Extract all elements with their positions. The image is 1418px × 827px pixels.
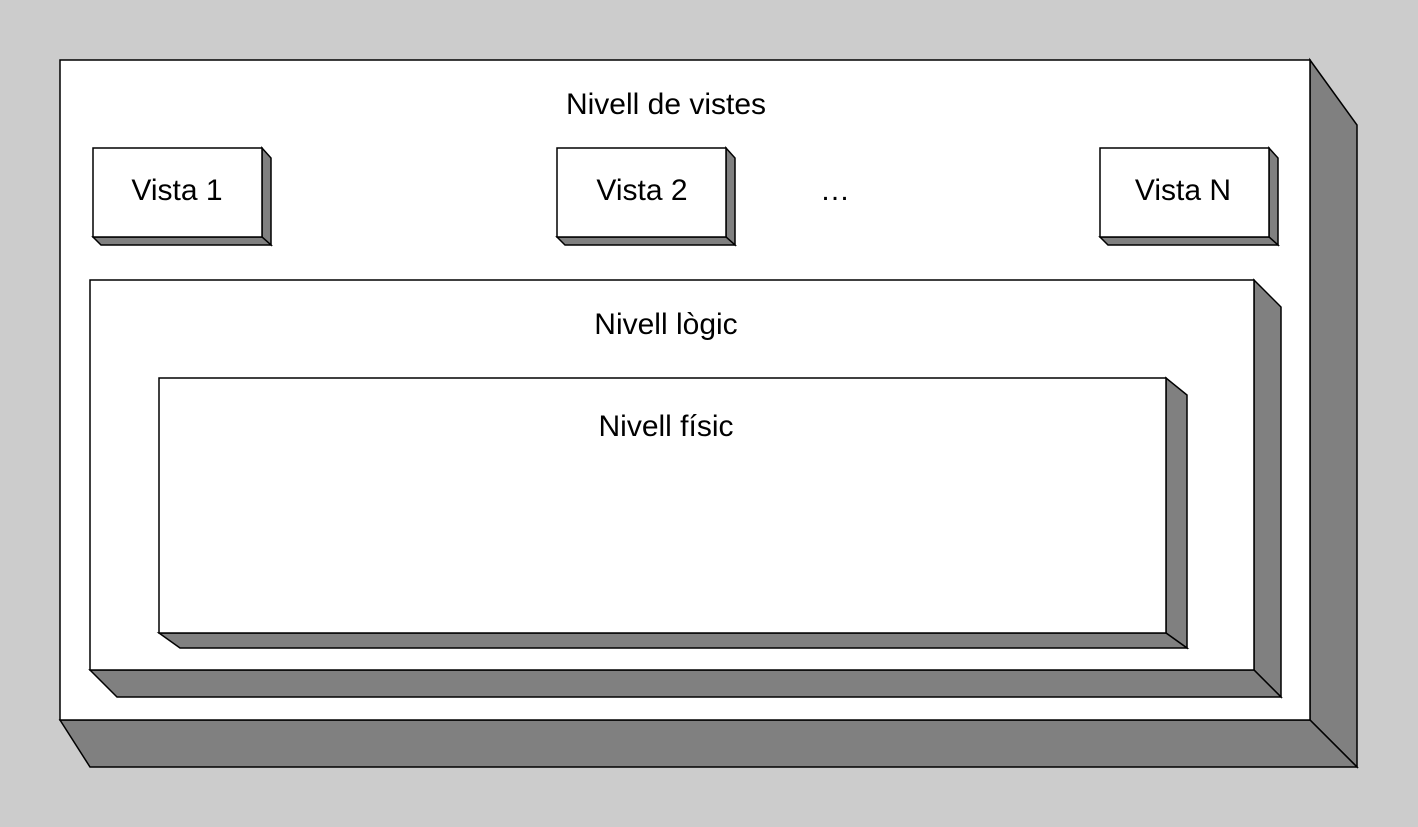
view-box-1: Vista 1: [91, 146, 273, 247]
view-box-n-bottom-side: [1098, 236, 1280, 246]
view-box-2-label: Vista 2: [596, 174, 687, 207]
view-box-2: Vista 2: [555, 146, 737, 247]
view-box-n-label: Vista N: [1135, 174, 1231, 207]
physical-level-right-side: [1165, 376, 1188, 650]
physical-level-title: Nivell físic: [598, 410, 733, 443]
view-box-2-bottom-side: [555, 236, 737, 246]
three-level-architecture-diagram: Nivell de vistes Vista 1 Vista 2 … Vista…: [58, 57, 1359, 769]
view-box-1-bottom-side: [91, 236, 273, 246]
view-box-n: Vista N: [1098, 146, 1280, 247]
logical-level-bottom-side: [88, 669, 1283, 698]
view-box-n-right-side: [1268, 146, 1279, 247]
logical-level-right-side: [1253, 278, 1282, 699]
view-box-1-right-side: [261, 146, 272, 247]
view-box-2-right-side: [725, 146, 736, 247]
physical-level-bottom-side: [156, 632, 1190, 649]
view-box-1-label: Vista 1: [131, 174, 222, 207]
views-level-bottom-side: [58, 719, 1359, 768]
views-level-title: Nivell de vistes: [566, 88, 766, 121]
logical-level-title: Nivell lògic: [594, 308, 737, 341]
views-ellipsis: …: [820, 174, 850, 207]
physical-level-block: Nivell físic: [156, 376, 1190, 650]
views-level-right-side: [1309, 57, 1358, 769]
